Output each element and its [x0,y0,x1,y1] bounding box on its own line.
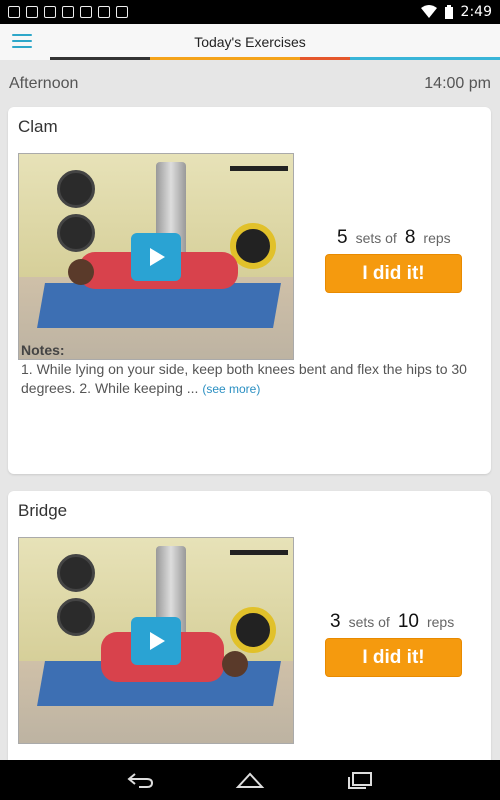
sets-reps: 3 sets of 10 reps [330,611,454,633]
exercise-card: Clam 5 sets of 8 reps I did it! Notes: 1… [8,107,491,474]
system-nav-bar [0,760,500,800]
play-icon[interactable] [131,232,181,281]
sets-reps: 5 sets of 8 reps [337,227,451,249]
gmail-icon [44,6,56,18]
notification-icons [8,6,128,18]
section-label: Afternoon [9,75,79,92]
i-did-it-button[interactable]: I did it! [325,254,462,293]
image-icon [26,6,38,18]
sets-count: 3 [330,611,341,632]
sets-label: sets of [355,230,397,246]
app-bar: Today's Exercises [0,24,500,60]
exercise-video-thumbnail[interactable] [18,153,294,360]
wifi-icon [420,5,437,18]
section-header: Afternoon 14:00 pm [0,70,500,98]
exercise-title: Bridge [18,501,68,520]
back-icon[interactable] [120,766,160,794]
sd-card-icon [80,6,92,18]
accent-strip [0,57,500,60]
reps-count: 10 [397,611,419,632]
see-more-link[interactable]: (see more) [202,382,260,396]
section-time: 14:00 pm [424,75,491,92]
i-did-it-button[interactable]: I did it! [325,638,462,677]
reps-label: reps [426,614,455,630]
notes-title: Notes: [21,342,65,358]
sets-count: 5 [337,227,348,248]
reps-count: 8 [404,227,416,248]
battery-icon [444,5,453,19]
exercise-video-thumbnail[interactable] [18,537,294,744]
status-bar: 2:49 [0,0,500,24]
barcode-icon [116,6,128,18]
home-icon[interactable] [230,766,270,794]
reps-label: reps [423,230,451,246]
exercise-notes: Notes: 1. While lying on your side, keep… [21,341,483,399]
exercise-title: Clam [18,117,58,136]
store-icon [98,6,110,18]
recent-apps-icon[interactable] [340,766,380,794]
hamburger-menu-icon[interactable] [12,32,32,50]
mail-icon [8,6,20,18]
download-icon [62,6,74,18]
play-icon[interactable] [131,616,181,665]
sets-label: sets of [348,614,390,630]
exercise-card: Bridge 3 sets of 10 reps I did it! [8,491,491,771]
clock: 2:49 [460,4,492,20]
page-title: Today's Exercises [194,34,306,50]
